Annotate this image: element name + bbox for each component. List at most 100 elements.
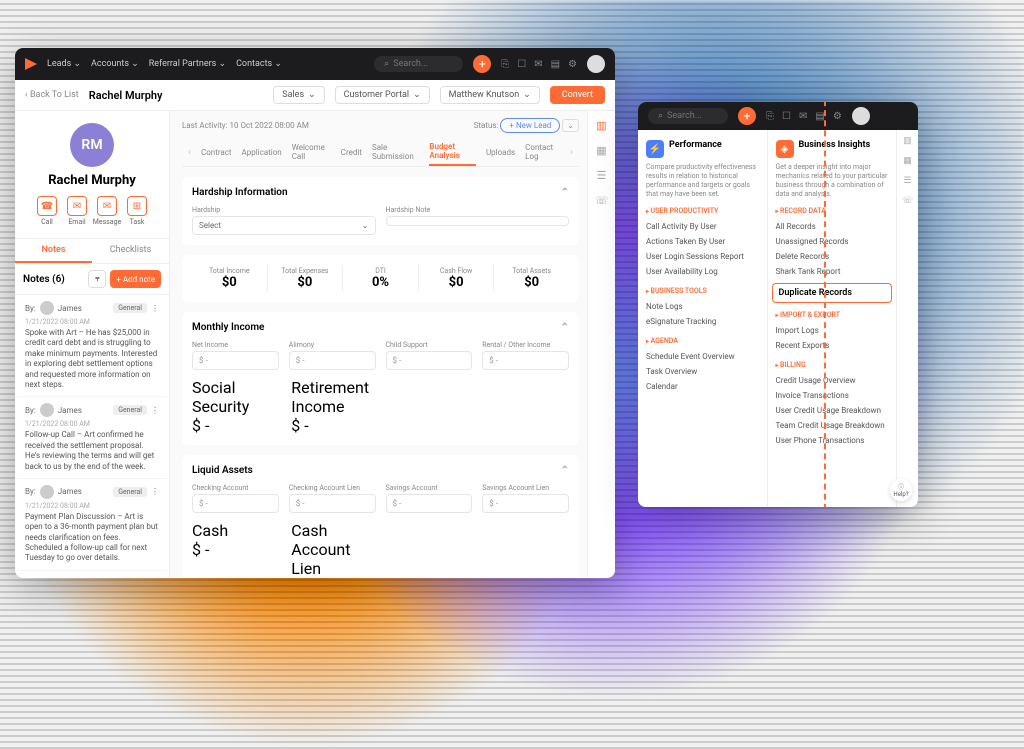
tab-notes[interactable]: Notes: [15, 239, 92, 263]
action-message[interactable]: ✉Message: [95, 196, 119, 226]
link-item[interactable]: Team Credit Usage Breakdown: [776, 418, 889, 433]
phone-icon[interactable]: ☏: [595, 194, 609, 207]
add-button[interactable]: +: [473, 55, 491, 73]
more-icon[interactable]: ⋮: [151, 487, 159, 496]
retirement-input[interactable]: $ -: [291, 416, 380, 435]
nav-contacts[interactable]: Contacts ⌄: [236, 59, 282, 69]
search-box[interactable]: ⌕: [374, 56, 463, 72]
search-input-2[interactable]: [667, 111, 717, 121]
list-icon[interactable]: ☰: [597, 169, 607, 182]
duplicate-records-link[interactable]: Duplicate Records: [772, 283, 893, 303]
link-item[interactable]: Unassigned Records: [776, 234, 889, 249]
tab-sale[interactable]: Sale Submission: [372, 139, 419, 165]
user-avatar[interactable]: [587, 55, 605, 73]
status-pill[interactable]: + New Lead: [500, 118, 560, 133]
gear-icon[interactable]: ⚙: [568, 59, 577, 70]
note-item[interactable]: By:JamesGeneral⋮ 1/21/2022 08:00 AM Paym…: [17, 479, 167, 571]
search-input[interactable]: [393, 59, 453, 69]
savings-lien-input[interactable]: $ -: [482, 494, 569, 513]
more-icon[interactable]: ⋮: [151, 406, 159, 415]
action-call[interactable]: ☎Call: [35, 196, 59, 226]
savings-input[interactable]: $ -: [386, 494, 473, 513]
doc-icon[interactable]: ⎘: [766, 111, 774, 122]
link-item[interactable]: User Login Sessions Report: [646, 249, 759, 264]
calendar-icon[interactable]: ▦: [596, 144, 606, 157]
chart-icon[interactable]: ▥: [596, 119, 606, 132]
action-email[interactable]: ✉Email: [65, 196, 89, 226]
alimony-input[interactable]: $ -: [289, 351, 376, 370]
phone-icon[interactable]: ☏: [902, 196, 913, 206]
scroll-left-icon[interactable]: ‹: [188, 143, 191, 162]
user-avatar-2[interactable]: [852, 107, 870, 125]
note-item[interactable]: By:JamesGeneral⋮ 1/21/2022 08:00 AM Foll…: [17, 397, 167, 479]
doc-icon[interactable]: ⎘: [501, 59, 509, 70]
scroll-right-icon[interactable]: ›: [570, 143, 573, 162]
link-item[interactable]: eSignature Tracking: [646, 314, 759, 329]
list-icon[interactable]: ☰: [903, 176, 911, 186]
chart-icon[interactable]: ▥: [903, 136, 912, 146]
calendar-icon[interactable]: ▦: [903, 156, 912, 166]
link-item[interactable]: All Records: [776, 219, 889, 234]
gear-icon[interactable]: ⚙: [833, 111, 842, 122]
tab-checklists[interactable]: Checklists: [92, 239, 169, 263]
tab-contract[interactable]: Contract: [201, 144, 232, 161]
link-item[interactable]: Import Logs: [776, 323, 889, 338]
chevron-down-icon[interactable]: ⌄: [562, 119, 579, 132]
nav-referral[interactable]: Referral Partners ⌄: [149, 59, 226, 69]
link-item[interactable]: Note Logs: [646, 299, 759, 314]
chat-icon[interactable]: ☐: [782, 111, 791, 122]
action-task[interactable]: ⊞Task: [125, 196, 149, 226]
collapse-icon[interactable]: ⌃: [561, 187, 569, 198]
dd-sales[interactable]: Sales ⌄: [273, 86, 324, 104]
link-item[interactable]: Shark Tank Report: [776, 264, 889, 279]
tab-welcome[interactable]: Welcome Call: [292, 139, 331, 165]
tab-budget[interactable]: Budget Analysis: [429, 138, 476, 166]
link-item[interactable]: User Phone Transactions: [776, 433, 889, 448]
ss-input[interactable]: $ -: [192, 416, 281, 435]
mail-icon[interactable]: ✉: [534, 59, 542, 70]
link-item[interactable]: User Availability Log: [646, 264, 759, 279]
link-item[interactable]: Credit Usage Overview: [776, 373, 889, 388]
link-item[interactable]: Task Overview: [646, 364, 759, 379]
dd-owner[interactable]: Matthew Knutson ⌄: [440, 86, 540, 104]
back-link[interactable]: ‹ Back To List: [25, 90, 79, 100]
collapse-icon[interactable]: ⌃: [561, 465, 569, 476]
chat-icon[interactable]: ☐: [517, 59, 526, 70]
more-icon[interactable]: ⋮: [151, 304, 159, 313]
checking-lien-input[interactable]: $ -: [289, 494, 376, 513]
tab-credit[interactable]: Credit: [341, 144, 362, 161]
link-item[interactable]: User Credit Usage Breakdown: [776, 403, 889, 418]
reports-window: ⌕ + ⎘ ☐ ✉ ▤ ⚙ ⚡ Performance Compare prod…: [638, 102, 918, 507]
add-note-button[interactable]: + Add note: [110, 270, 161, 288]
hardship-note-input[interactable]: [386, 216, 570, 226]
help-bubble[interactable]: ⓘHelp?: [890, 479, 912, 501]
tab-contactlog[interactable]: Contact Log: [525, 139, 560, 165]
add-button-2[interactable]: +: [738, 107, 756, 125]
convert-button[interactable]: Convert: [550, 86, 605, 104]
note-item[interactable]: By:JamesGeneral⋮ 1/21/2022 08:00 AM Spok…: [17, 295, 167, 397]
note-item[interactable]: By:JamesGeneral⋮ 1/21/2022 08:00 AM: [17, 571, 167, 577]
mail-icon[interactable]: ✉: [799, 111, 807, 122]
link-item[interactable]: Schedule Event Overview: [646, 349, 759, 364]
link-item[interactable]: Invoice Transactions: [776, 388, 889, 403]
child-support-input[interactable]: $ -: [386, 351, 473, 370]
link-item[interactable]: Actions Taken By User: [646, 234, 759, 249]
filter-icon[interactable]: ⫧: [88, 270, 106, 288]
hardship-select[interactable]: Select⌄: [192, 216, 376, 235]
nav-leads[interactable]: Leads ⌄: [47, 59, 81, 69]
link-item[interactable]: Call Activity By User: [646, 219, 759, 234]
rental-income-input[interactable]: $ -: [482, 351, 569, 370]
tab-uploads[interactable]: Uploads: [486, 144, 515, 161]
link-item[interactable]: Delete Records: [776, 249, 889, 264]
tab-application[interactable]: Application: [242, 144, 282, 161]
search-box-2[interactable]: ⌕: [648, 108, 728, 124]
nav-accounts[interactable]: Accounts ⌄: [91, 59, 139, 69]
dd-portal[interactable]: Customer Portal ⌄: [335, 86, 430, 104]
cash-input[interactable]: $ -: [192, 540, 281, 559]
link-item[interactable]: Calendar: [646, 379, 759, 394]
collapse-icon[interactable]: ⌃: [561, 322, 569, 333]
link-item[interactable]: Recent Exports: [776, 338, 889, 353]
layers-icon[interactable]: ▤: [551, 59, 560, 70]
net-income-input[interactable]: $ -: [192, 351, 279, 370]
checking-input[interactable]: $ -: [192, 494, 279, 513]
